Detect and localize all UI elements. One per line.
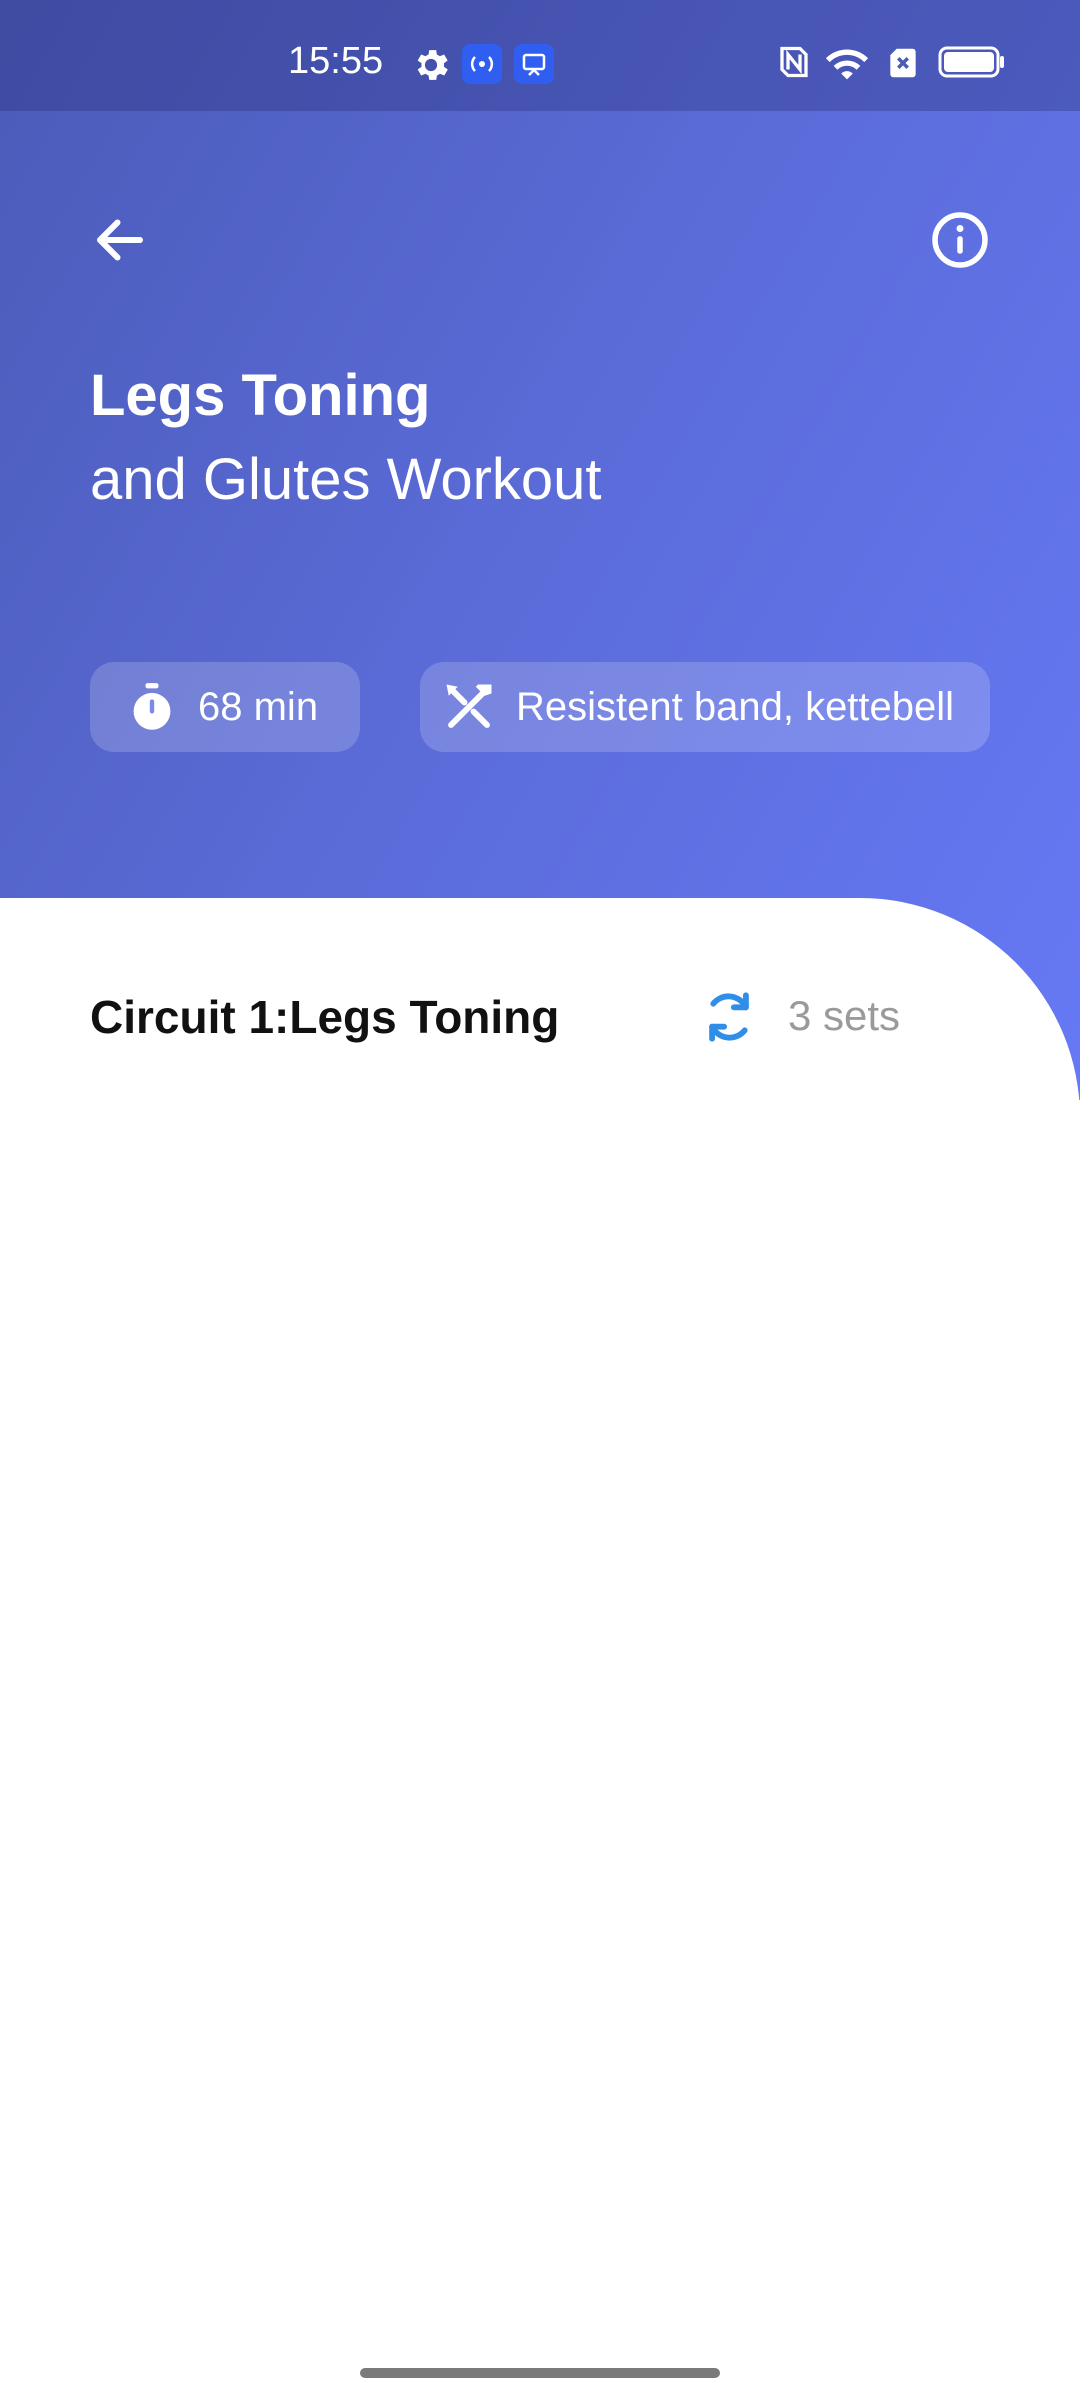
circuit-title: Circuit 1:Legs Toning xyxy=(90,991,560,1043)
duration-chip: 68 min xyxy=(90,662,360,752)
stopwatch-icon xyxy=(133,683,171,730)
repeat-icon xyxy=(709,992,749,1042)
equipment-chip: Resistent band, kettebell xyxy=(420,662,990,752)
workout-subtitle: and Glutes Workout xyxy=(90,447,602,512)
hotspot-icon xyxy=(462,44,502,84)
back-arrow-icon[interactable] xyxy=(90,210,150,270)
duration-label: 68 min xyxy=(198,684,319,729)
sets-count: 3 sets xyxy=(788,992,901,1039)
content-panel xyxy=(0,898,1080,2400)
info-icon[interactable] xyxy=(930,210,990,270)
battery-icon xyxy=(938,46,1004,78)
nfc-icon xyxy=(780,46,808,78)
home-indicator[interactable] xyxy=(360,2368,720,2378)
workout-title: Legs Toning xyxy=(90,363,431,428)
sim-off-icon xyxy=(890,48,916,78)
status-bar: 15:55 xyxy=(0,0,1080,111)
gear-icon xyxy=(417,50,448,80)
tools-icon xyxy=(446,684,492,728)
equipment-label: Resistent band, kettebell xyxy=(516,684,955,729)
wifi-icon xyxy=(825,49,869,80)
cast-icon xyxy=(514,44,554,84)
status-time: 15:55 xyxy=(288,40,384,82)
